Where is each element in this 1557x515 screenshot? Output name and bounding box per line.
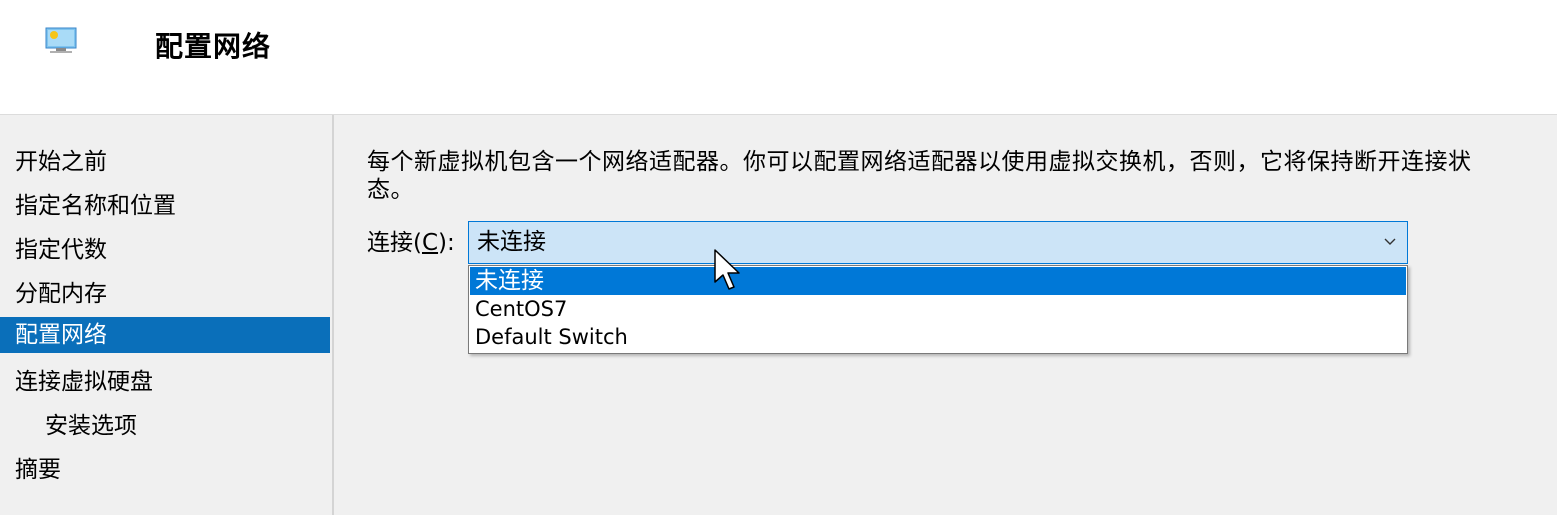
sidebar-item-specify-name-location[interactable]: 指定名称和位置: [0, 188, 330, 224]
mouse-pointer-icon: [714, 249, 740, 290]
connection-select-value: 未连接: [477, 229, 546, 255]
chevron-down-icon: [1384, 238, 1396, 245]
sidebar-item-assign-memory[interactable]: 分配内存: [0, 276, 330, 312]
wizard-steps-sidebar: 开始之前 指定名称和位置 指定代数 分配内存 配置网络 连接虚拟硬盘 安装选项 …: [0, 115, 334, 515]
connection-select[interactable]: 未连接: [468, 221, 1408, 264]
dropdown-option-centos7[interactable]: CentOS7: [470, 295, 1406, 323]
network-description: 每个新虚拟机包含一个网络适配器。你可以配置网络适配器以使用虚拟交换机，否则，它将…: [367, 149, 1472, 203]
connection-label-prefix: 连接(: [367, 230, 422, 256]
connection-label: 连接(C):: [367, 227, 455, 259]
page-title: 配置网络: [155, 30, 272, 63]
connection-label-accelerator: C: [421, 230, 439, 256]
wizard-header: 配置网络: [0, 0, 1557, 115]
connection-label-suffix: ):: [438, 230, 455, 256]
sidebar-item-connect-virtual-disk[interactable]: 连接虚拟硬盘: [0, 364, 330, 400]
sidebar-item-installation-options[interactable]: 安装选项: [0, 408, 330, 444]
main-content: 每个新虚拟机包含一个网络适配器。你可以配置网络适配器以使用虚拟交换机，否则，它将…: [334, 115, 1557, 515]
sidebar-item-before-you-begin[interactable]: 开始之前: [0, 144, 330, 180]
dropdown-option-not-connected[interactable]: 未连接: [470, 267, 1406, 295]
network-adapter-icon: [45, 27, 77, 53]
sidebar-item-summary[interactable]: 摘要: [0, 452, 330, 488]
dropdown-option-default-switch[interactable]: Default Switch: [470, 323, 1406, 351]
sidebar-item-configure-networking[interactable]: 配置网络: [0, 317, 330, 353]
connection-dropdown-list: 未连接 CentOS7 Default Switch: [468, 265, 1408, 354]
sidebar-item-specify-generation[interactable]: 指定代数: [0, 232, 330, 268]
